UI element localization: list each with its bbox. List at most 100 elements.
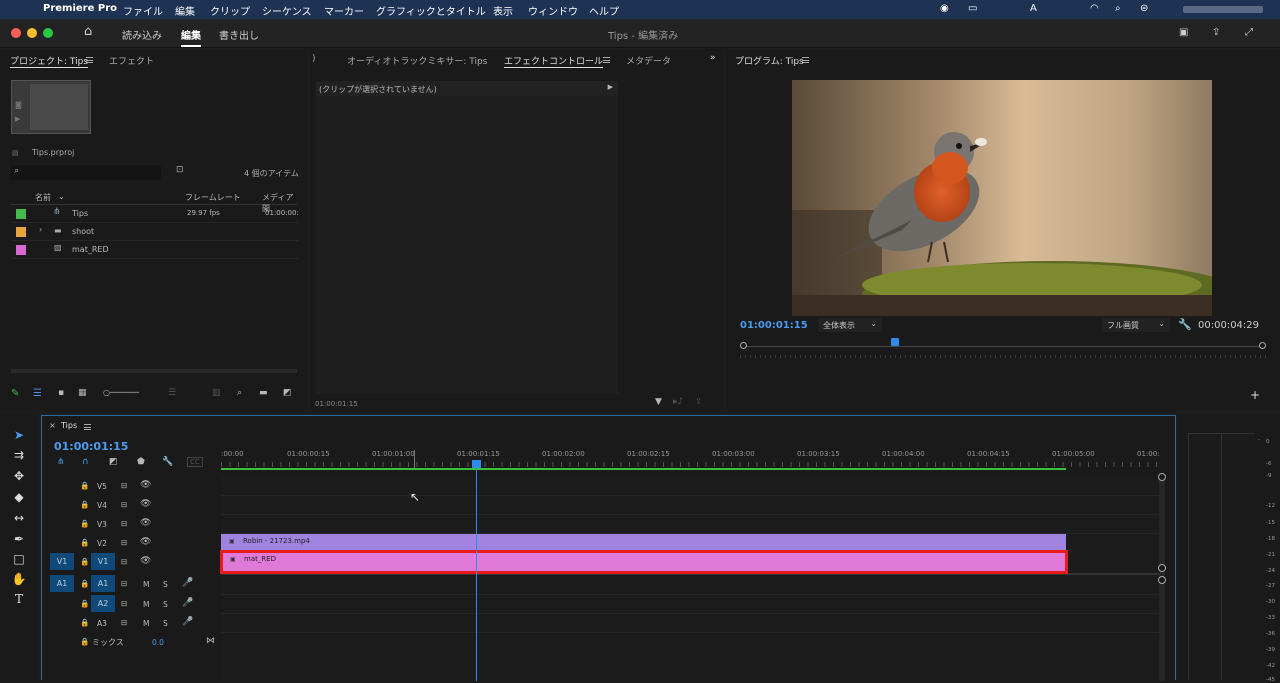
track-select-icon[interactable]: ⇉ xyxy=(11,448,27,464)
settings-wrench-icon[interactable]: 🔧 xyxy=(162,457,173,467)
ripple-edit-icon[interactable]: ✥ xyxy=(11,469,27,485)
zoom-window-button[interactable] xyxy=(43,28,53,38)
close-window-button[interactable] xyxy=(11,28,21,38)
list-view-icon[interactable]: ☰ xyxy=(33,388,42,399)
mute-button[interactable]: M xyxy=(143,580,149,589)
find-icon[interactable]: ⌕ xyxy=(237,388,242,398)
close-tab-icon[interactable]: × xyxy=(49,421,56,430)
list-item[interactable]: ▧ mat_RED xyxy=(12,241,298,259)
lock-icon[interactable]: 🔒 xyxy=(80,557,89,566)
scroll-handle-mid[interactable] xyxy=(1158,564,1166,572)
control-center-icon[interactable]: ⊜ xyxy=(1140,3,1148,14)
type-tool-icon[interactable]: T xyxy=(11,592,27,608)
nest-icon[interactable]: ◩ xyxy=(109,457,118,467)
eye-icon[interactable]: 👁 xyxy=(140,556,151,566)
lock-icon[interactable]: 🔒 xyxy=(80,538,89,547)
display-icon[interactable]: ▭ xyxy=(968,3,977,14)
work-area-bar[interactable] xyxy=(221,468,1066,470)
tab-edit[interactable]: 編集 xyxy=(181,27,201,42)
track-target-v1[interactable]: V1 xyxy=(91,553,115,570)
search-icon[interactable]: ⌕ xyxy=(1115,3,1121,14)
track-label[interactable]: V5 xyxy=(97,482,107,491)
menu-file[interactable]: ファイル xyxy=(123,3,163,18)
meter-toggle-icon[interactable]: ⋈ xyxy=(206,636,215,646)
clip-robin[interactable]: ▣ Robin - 21723.mp4 xyxy=(221,534,1066,551)
scroll-handle-audio[interactable] xyxy=(1158,576,1166,584)
linked-selection-icon[interactable]: ∩ xyxy=(82,457,89,467)
menu-clip[interactable]: クリップ xyxy=(210,3,250,18)
sync-lock-icon[interactable]: ⊟ xyxy=(121,618,127,627)
mic-icon[interactable]: 🎤 xyxy=(182,617,193,627)
eye-icon[interactable]: 👁 xyxy=(140,518,151,528)
playhead[interactable] xyxy=(891,338,899,346)
icon-view-icon[interactable]: ▪ xyxy=(58,388,64,398)
mix-value[interactable]: 0.0 xyxy=(152,638,164,647)
timeline-ruler[interactable]: :00:00 01:00:00:15 01:00:01:00 01:00:01:… xyxy=(221,446,1160,472)
clip-mat-red-highlighted[interactable]: ▣ mat_RED xyxy=(220,550,1068,574)
menu-edit[interactable]: 編集 xyxy=(175,3,195,18)
export-icon[interactable]: ⇪ xyxy=(695,397,703,407)
lock-icon[interactable]: 🔒 xyxy=(80,481,89,490)
quick-export-icon[interactable]: ▣ xyxy=(1179,27,1188,38)
mic-icon[interactable]: 🎤 xyxy=(182,598,193,608)
sort-chevron-icon[interactable]: ⌄ xyxy=(58,192,65,201)
sync-lock-icon[interactable]: ⊟ xyxy=(121,538,127,547)
lock-icon[interactable]: 🔒 xyxy=(80,500,89,509)
menu-sequence[interactable]: シーケンス xyxy=(262,3,312,18)
menu-graphics[interactable]: グラフィックとタイトル xyxy=(376,3,486,18)
expand-chevron-icon[interactable]: › xyxy=(39,225,42,234)
tab-program[interactable]: プログラム: Tips xyxy=(735,54,804,67)
track-label[interactable]: V3 xyxy=(97,520,107,529)
scroll-handle-top[interactable] xyxy=(1158,473,1166,481)
app-menu[interactable]: Premiere Pro xyxy=(43,3,117,14)
new-bin-icon[interactable]: ▬ xyxy=(259,388,268,398)
pen-tool-icon[interactable]: ✒ xyxy=(11,532,27,548)
tab-audio-mixer[interactable]: オーディオトラックミキサー: Tips xyxy=(347,54,487,67)
tab-export[interactable]: 書き出し xyxy=(219,27,259,42)
eye-icon[interactable]: 👁 xyxy=(140,499,151,509)
timeline-timecode[interactable]: 01:00:01:15 xyxy=(54,440,128,453)
fit-dropdown[interactable]: 全体表示 ⌄ xyxy=(818,318,882,332)
tab-overflow[interactable]: ) xyxy=(312,54,316,64)
minimize-window-button[interactable] xyxy=(27,28,37,38)
solo-button[interactable]: S xyxy=(163,580,168,589)
horizontal-scrollbar[interactable] xyxy=(11,369,297,373)
wrench-icon[interactable]: 🔧 xyxy=(1178,318,1192,331)
add-button-icon[interactable]: + xyxy=(1250,388,1260,402)
sort-icon[interactable]: ☰ xyxy=(168,388,176,398)
hand-tool-icon[interactable]: ✋ xyxy=(11,572,27,588)
menu-window[interactable]: ウィンドウ xyxy=(528,3,578,18)
sync-lock-icon[interactable]: ⊟ xyxy=(121,481,127,490)
col-name[interactable]: 名前 xyxy=(35,192,51,203)
list-item[interactable]: ⋔ Tips 29.97 fps 01:00:00: xyxy=(12,205,299,223)
track-target-a2[interactable]: A2 xyxy=(91,595,115,612)
eye-icon[interactable]: 👁 xyxy=(140,480,151,490)
filter-icon[interactable]: ▼ xyxy=(655,397,662,407)
panel-menu-icon[interactable] xyxy=(603,57,610,63)
new-item-icon[interactable]: ◩ xyxy=(283,388,292,398)
tab-effect-controls[interactable]: エフェクトコントロール xyxy=(504,54,604,68)
col-framerate[interactable]: フレームレート xyxy=(185,192,241,203)
track-label[interactable]: A3 xyxy=(97,619,107,628)
menu-marker[interactable]: マーカー xyxy=(324,3,364,18)
rectangle-tool-icon[interactable]: □ xyxy=(11,552,27,568)
panel-menu-icon[interactable] xyxy=(86,57,93,63)
expand-arrow-icon[interactable]: ▶ xyxy=(608,83,613,91)
track-target-a1[interactable]: A1 xyxy=(91,575,115,592)
lock-icon[interactable]: 🔒 xyxy=(80,579,89,588)
program-timecode[interactable]: 01:00:01:15 xyxy=(740,320,808,331)
sync-lock-icon[interactable]: ⊟ xyxy=(121,579,127,588)
lock-icon[interactable]: 🔒 xyxy=(80,637,89,646)
input-icon[interactable]: A xyxy=(1030,3,1037,14)
sync-lock-icon[interactable]: ⊟ xyxy=(121,519,127,528)
razor-icon[interactable]: ◆ xyxy=(11,490,27,506)
sync-lock-icon[interactable]: ⊟ xyxy=(121,599,127,608)
sync-lock-icon[interactable]: ⊟ xyxy=(121,500,127,509)
tab-metadata[interactable]: メタデータ xyxy=(626,54,671,67)
panel-menu-icon[interactable] xyxy=(84,424,91,430)
list-item[interactable]: › ▬ shoot xyxy=(12,223,298,241)
track-label[interactable]: V2 xyxy=(97,539,107,548)
out-handle[interactable] xyxy=(1259,342,1266,349)
track-area[interactable] xyxy=(221,476,1159,681)
panel-overflow-icon[interactable]: » xyxy=(710,53,716,63)
